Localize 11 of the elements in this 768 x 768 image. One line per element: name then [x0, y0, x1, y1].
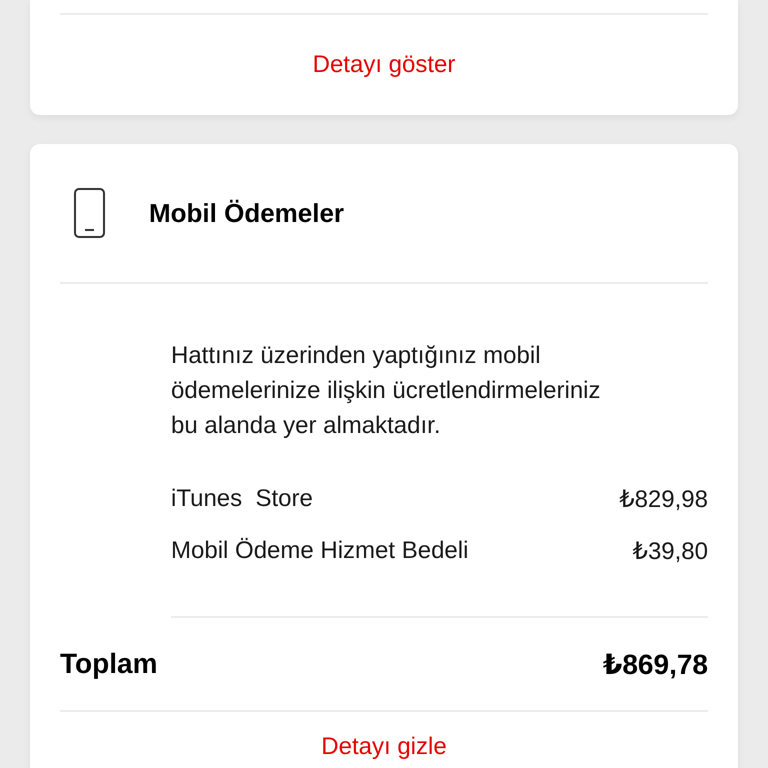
charge-label: iTunes Store: [171, 485, 313, 513]
mobile-phone-icon: [74, 188, 105, 238]
charge-amount: ₺829,98: [619, 484, 708, 514]
charge-label: Mobil Ödeme Hizmet Bedeli: [171, 537, 468, 565]
hide-details-link[interactable]: Detayı gizle: [321, 732, 447, 762]
charge-amount: ₺39,80: [632, 536, 708, 566]
section-title: Mobil Ödemeler: [149, 198, 344, 228]
description-text: Hattınız üzerinden yaptığınız mobil ödemelerinize ilişkin ücretlendirmeleriniz bu alanda yer almaktadır.: [171, 341, 602, 441]
total-amount: ₺869,78: [602, 648, 708, 680]
show-details-link[interactable]: Detayı göster: [312, 50, 456, 80]
total-label: Toplam: [60, 648, 158, 680]
